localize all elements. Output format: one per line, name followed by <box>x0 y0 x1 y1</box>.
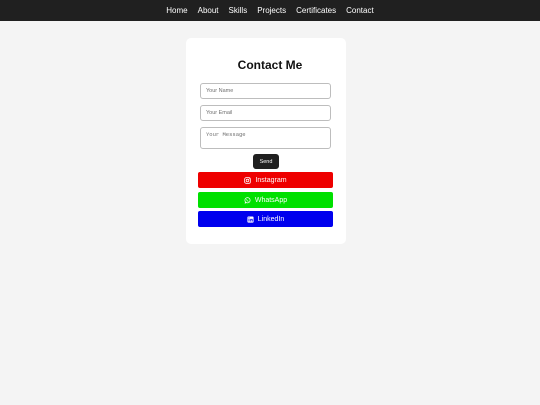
linkedin-button[interactable]: LinkedIn <box>198 211 333 227</box>
linkedin-label: LinkedIn <box>257 215 285 223</box>
whatsapp-button[interactable]: WhatsApp <box>198 192 333 208</box>
nav-link-projects[interactable]: Projects <box>257 6 286 15</box>
nav-link-certificates[interactable]: Certificates <box>296 6 336 15</box>
message-textarea[interactable] <box>200 127 331 149</box>
send-button[interactable]: Send <box>253 154 279 169</box>
top-navbar: Home About Skills Projects Certificates … <box>0 0 540 21</box>
nav-link-about[interactable]: About <box>198 6 219 15</box>
nav-list: Home About Skills Projects Certificates … <box>166 0 373 21</box>
contact-title: Contact Me <box>237 58 303 72</box>
nav-link-skills[interactable]: Skills <box>229 6 248 15</box>
instagram-label: Instagram <box>255 176 287 184</box>
whatsapp-icon <box>244 196 251 204</box>
nav-link-home[interactable]: Home <box>166 6 187 15</box>
instagram-button[interactable]: Instagram <box>198 172 333 188</box>
instagram-icon <box>244 176 252 184</box>
whatsapp-label: WhatsApp <box>254 196 288 204</box>
email-input[interactable] <box>200 105 331 121</box>
linkedin-icon <box>247 215 254 223</box>
nav-link-contact[interactable]: Contact <box>346 6 374 15</box>
name-input[interactable] <box>200 83 331 99</box>
